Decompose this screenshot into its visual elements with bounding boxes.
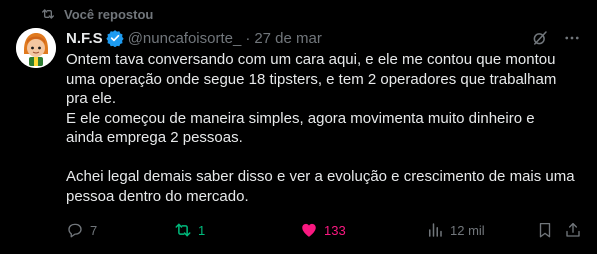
reply-count: 7: [90, 222, 98, 238]
like-button[interactable]: 133: [300, 221, 346, 239]
analytics-icon: [429, 223, 442, 237]
tweet-line: pessoa dentro do mercado.: [66, 187, 249, 205]
tweet-line: pra ele.: [66, 90, 117, 107]
repost-indicator[interactable]: Você repostou: [40, 4, 153, 24]
verified-badge-icon[interactable]: [106, 29, 124, 47]
heart-filled-icon: [302, 223, 316, 237]
tweet-date[interactable]: 27 de mar: [254, 30, 322, 47]
share-button[interactable]: [564, 221, 582, 239]
tweet-line: Ontem tava conversando com um cara aqui,…: [66, 51, 556, 68]
header-actions: [531, 29, 581, 47]
repost-icon: [42, 9, 54, 19]
separator-dot: ·: [245, 29, 251, 47]
repost-button[interactable]: 1: [174, 221, 205, 239]
tweet-header: N.F.S @nuncafoisorte_ · 27 de mar: [66, 28, 581, 48]
repost-count: 1: [198, 222, 206, 238]
grok-icon[interactable]: [531, 29, 549, 47]
repost-label: Você repostou: [64, 6, 154, 22]
avatar[interactable]: [16, 28, 56, 68]
tweet-line: Achei legal demais saber disso e ver a e…: [66, 168, 575, 185]
like-count: 133: [324, 222, 346, 238]
share-icon: [566, 222, 580, 237]
reply-icon: [68, 223, 82, 238]
bookmark-icon: [539, 222, 551, 238]
views-count: 12 mil: [450, 222, 485, 238]
action-bar: 7 1 133 12 mil: [62, 220, 586, 240]
bookmark-button[interactable]: [536, 221, 554, 239]
tweet-line: ainda emprega 2 pessoas.: [66, 129, 243, 146]
tweet-text: Ontem tava conversando com um cara aqui,…: [66, 50, 586, 206]
author-name[interactable]: N.F.S: [66, 30, 103, 47]
more-options-icon[interactable]: [563, 29, 581, 47]
views-button[interactable]: 12 mil: [426, 221, 485, 239]
avatar-character-icon: [16, 28, 56, 68]
author-handle[interactable]: @nuncafoisorte_: [128, 30, 242, 47]
repost-icon: [175, 223, 191, 237]
reply-button[interactable]: 7: [66, 221, 97, 239]
tweet-line: E ele começou de maneira simples, agora …: [66, 109, 535, 127]
tweet-line: uma operação onde segue 18 tipsters, e t…: [66, 70, 557, 88]
